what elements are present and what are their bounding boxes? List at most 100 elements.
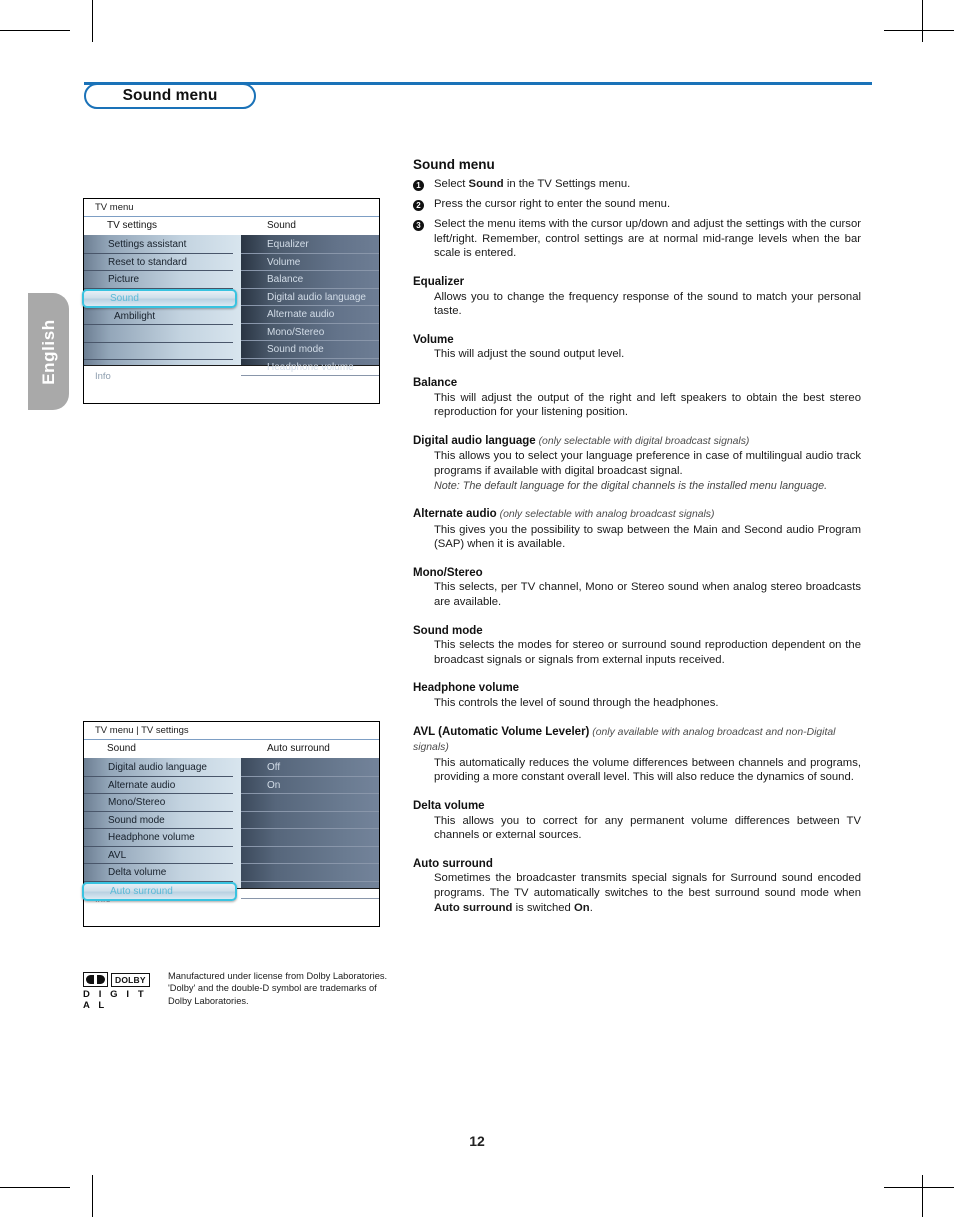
language-tab: English [28,293,69,410]
emphasis-term: On [573,901,590,914]
menu-item[interactable]: Off [241,759,379,777]
step-number-badge: 1 [413,177,434,193]
menu-item[interactable]: Equalizer [241,236,379,254]
crop-mark-bottom-left-vertical [92,1175,93,1217]
crop-mark-bottom-left-horizontal [0,1187,70,1188]
menu-item-selected[interactable]: Sound [82,288,237,308]
dolby-license-block: DOLBY D I G I T A L Manufactured under l… [83,970,393,1011]
menu-item[interactable]: Balance [241,271,379,289]
entry-body: Sometimes the broadcaster transmits spec… [434,872,861,914]
breadcrumb: TV menu [84,199,379,217]
menu-item [241,882,379,899]
menu-item[interactable]: Sound mode [241,341,379,359]
menu-item[interactable]: Alternate audio [241,306,379,324]
definition-entry: Sound mode This selects the modes for ste… [413,624,861,668]
menu-item[interactable]: Digital audio language [241,289,379,306]
entry-heading: AVL (Automatic Volume Leveler) (only ava… [413,725,836,754]
entry-body: This selects the modes for stereo or sur… [434,639,861,666]
step-item: 1 Select Sound in the TV Settings menu. [413,177,861,193]
menu-item[interactable]: Headphone volume [84,829,233,847]
menu-item[interactable]: Picture [84,271,233,289]
column-headers: TV settings Sound [84,217,379,235]
language-tab-label: English [38,318,58,385]
dolby-notice-line-3: Dolby Laboratories. [168,995,249,1006]
step-number-badge: 3 [413,217,434,261]
entry-qualifier: (only available with analog broadcast an… [413,726,836,754]
menu-item [241,794,379,812]
entry-qualifier: (only selectable with analog broadcast s… [496,509,715,521]
entry-body: This allows you to correct for any perma… [434,814,861,842]
menu-item[interactable]: Mono/Stereo [241,324,379,341]
menu-item[interactable]: Delta volume [84,864,233,882]
dolby-wordmark: DOLBY [111,972,150,987]
crop-mark-bottom-right-vertical [922,1175,923,1217]
entry-note: Note: The default language for the digit… [434,479,828,492]
definition-entry: Balance This will adjust the output of th… [413,376,861,420]
right-menu-list: Equalizer Volume Balance Digital audio lang… [241,235,379,376]
entry-qualifier: (only selectable with digital broadcast … [535,435,750,447]
entry-heading: Equalizer [413,275,465,288]
menu-body: Digital audio language Alternate audio Mon… [82,758,379,901]
entry-heading: Balance [413,376,458,389]
entry-heading: Headphone volume [413,682,520,695]
entry-heading: Alternate audio (only selectable with an… [413,508,715,521]
content-section-title: Sound menu [413,157,495,172]
entry-heading: Digital audio language (only selectable … [413,434,750,447]
step-text: Press the cursor right to enter the soun… [434,198,671,211]
definition-entry: Alternate audio (only selectable with an… [413,507,861,552]
tv-menu-screenshot-1: TV menu TV settings Sound Settings assis… [82,198,380,404]
definition-entry: Auto surround Sometimes the broadcaster t… [413,857,861,915]
crop-mark-bottom-right-horizontal [884,1187,954,1188]
definition-entry: Mono/Stereo This selects, per TV channel,… [413,566,861,610]
crop-mark-top-right-horizontal [884,30,954,31]
definition-entry: Delta volume This allows you to correct f… [413,799,861,843]
step-number-badge: 2 [413,197,434,213]
entry-heading: Sound mode [413,624,483,637]
menu-item [84,343,233,360]
menu-item[interactable]: Mono/Stereo [84,794,233,812]
dolby-notice-line-1: Manufactured under license from Dolby La… [168,971,388,981]
dolby-notice: Manufactured under license from Dolby La… [168,970,387,1011]
step-item: 2 Press the cursor right to enter the sou… [413,197,861,213]
menu-item[interactable]: Sound mode [84,812,233,829]
menu-item[interactable]: Reset to standard [84,254,233,271]
menu-item [241,847,379,864]
page-title: Sound menu [122,87,218,104]
step-item: 3 Select the menu items with the cursor u… [413,217,861,261]
menu-item[interactable]: Alternate audio [84,777,233,794]
emphasis-term: Auto surround [434,901,513,914]
emphasis-term: Sound [468,178,504,190]
menu-item[interactable]: AVL [84,847,233,864]
step-number: 3 [413,220,424,232]
steps-list: 1 Select Sound in the TV Settings menu. 2 P… [413,177,861,261]
right-column-header: Sound [267,220,296,231]
definition-entry: Equalizer Allows you to change the freque… [413,275,861,319]
menu-body: Settings assistant Reset to standard Pictu… [82,235,379,376]
crop-mark-top-left-vertical [92,0,93,42]
definition-entry: AVL (Automatic Volume Leveler) (only ava… [413,725,861,785]
double-d-symbol-icon [83,972,108,987]
entry-heading: Volume [413,333,454,346]
menu-item[interactable]: Ambilight [84,308,233,325]
entry-body: This controls the level of sound through… [434,697,719,710]
entry-body: This gives you the possibility to swap b… [434,523,861,551]
entry-body: This will adjust the output of the right… [434,391,861,419]
menu-item[interactable]: Settings assistant [84,236,233,254]
page-number: 12 [469,1133,485,1149]
entry-heading: Delta volume [413,800,485,812]
digital-wordmark: D I G I T A L [83,989,147,1011]
menu-item[interactable]: Digital audio language [84,759,233,777]
left-menu-list: Settings assistant Reset to standard Pictu… [82,235,241,365]
menu-item-selected[interactable]: Auto surround [82,881,237,901]
left-menu-list: Digital audio language Alternate audio Mon… [82,758,241,901]
menu-item[interactable]: Headphone volume [241,359,379,376]
crop-mark-top-right-vertical [922,0,923,42]
dolby-digital-logo: DOLBY D I G I T A L [83,970,159,1011]
menu-item[interactable]: On [241,777,379,794]
definition-entry: Digital audio language (only selectable … [413,434,861,493]
entry-body: This will adjust the sound output level. [434,348,625,361]
menu-item [241,864,379,882]
right-menu-list: Off On [241,758,379,899]
menu-item[interactable]: Volume [241,254,379,271]
definition-entry: Headphone volume This controls the level … [413,681,861,710]
